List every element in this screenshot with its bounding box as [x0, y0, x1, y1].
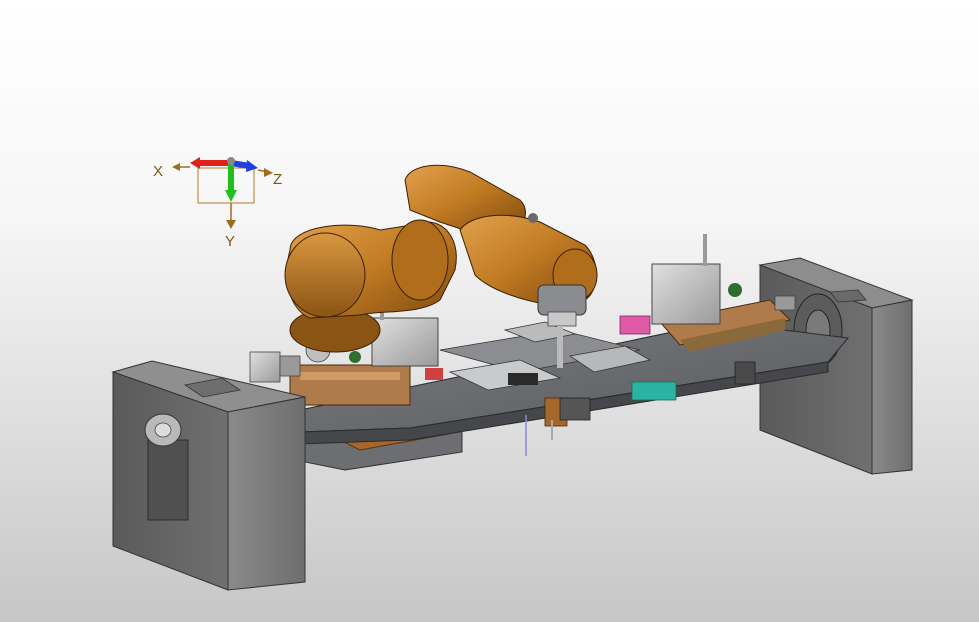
triad-plane — [197, 167, 255, 204]
triad-y-label: Y — [225, 233, 235, 250]
right-hanging-block — [734, 361, 756, 385]
triad-z-label: Z — [273, 171, 282, 188]
right-pedestal-front — [871, 299, 913, 475]
hanging-motor — [559, 397, 591, 421]
robot-tool-flange — [537, 284, 587, 316]
left-green-knob[interactable] — [349, 351, 361, 363]
left-motor-housing — [249, 351, 281, 383]
z-axis-cone — [264, 168, 273, 177]
cad-model-scene[interactable]: X Z Y — [0, 0, 979, 622]
right-clamp — [774, 295, 796, 311]
right-pink-marker — [619, 315, 651, 335]
z-axis-head — [246, 160, 258, 172]
robot-shoulder-joint — [284, 232, 366, 318]
left-fixture-rail — [300, 372, 400, 380]
teal-connector — [631, 381, 677, 401]
robot-gripper — [547, 311, 577, 327]
left-pedestal-recess — [147, 439, 189, 521]
fixture-block-dark — [508, 373, 538, 385]
right-sensor-box — [651, 263, 721, 325]
x-axis-head — [190, 157, 200, 169]
left-fixture-base — [289, 364, 411, 406]
triad-origin — [227, 157, 235, 165]
left-sensor-box — [371, 317, 439, 367]
y-axis-cone — [226, 220, 236, 229]
triad-x-label: X — [153, 163, 163, 180]
left-red-marker — [425, 368, 443, 380]
cad-viewport[interactable]: X Z Y — [0, 0, 979, 622]
robot-elbow-joint — [391, 219, 449, 301]
left-pedestal[interactable] — [111, 360, 306, 591]
coordinate-triad[interactable]: X Z Y — [153, 157, 282, 250]
robot-cable-fitting — [528, 213, 538, 223]
left-pedestal-handwheel-hub — [154, 422, 172, 438]
y-axis-head — [225, 190, 237, 202]
left-pedestal-front — [227, 396, 306, 591]
right-green-knob[interactable] — [728, 283, 742, 297]
left-motor-shaft — [279, 355, 301, 377]
x-axis-cone — [172, 163, 180, 171]
